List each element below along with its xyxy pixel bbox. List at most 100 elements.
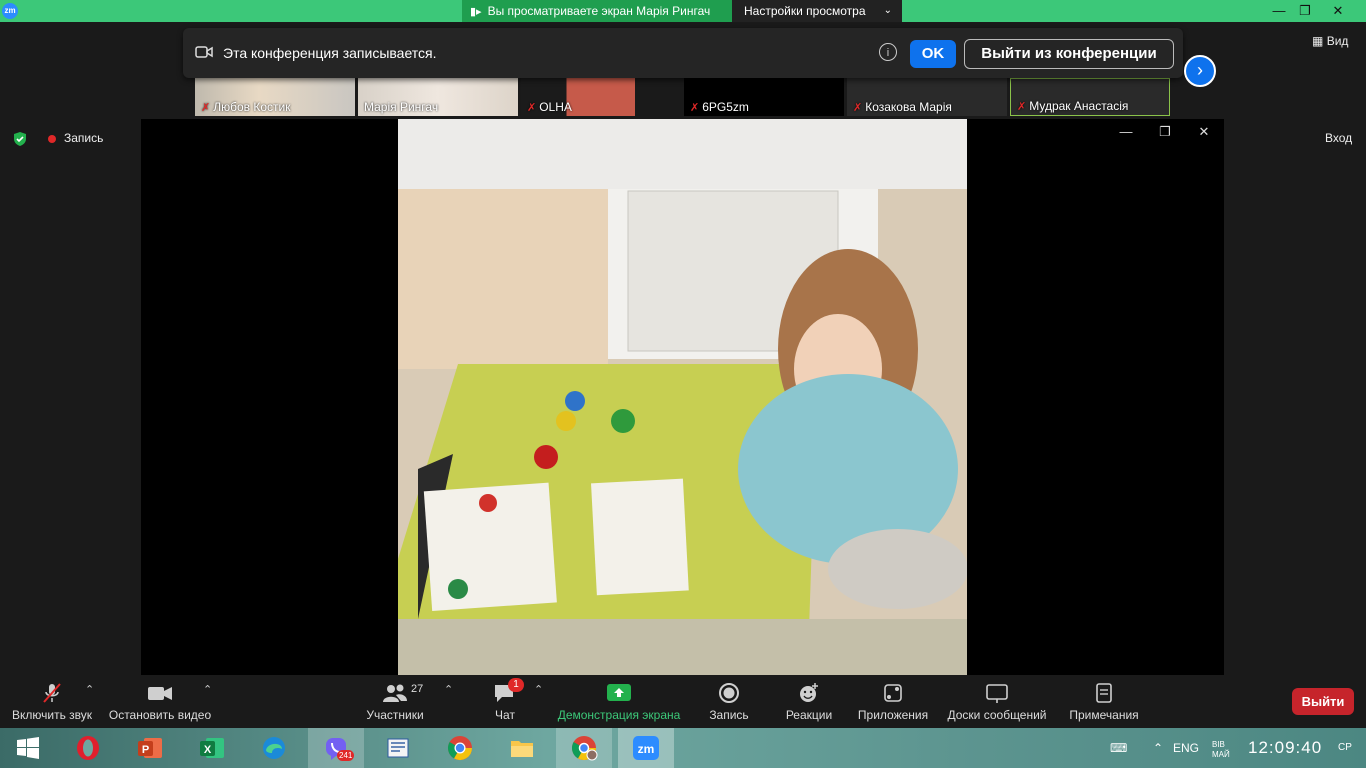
participant-tile[interactable]: ✗ Козакова Марія [847, 78, 1007, 116]
participant-tile-active-speaker[interactable]: ✗ Мудрак Анастасія [1010, 78, 1170, 116]
chat-unread-badge: 1 [508, 678, 524, 692]
date-indicator[interactable]: ВІВ МАЙ [1212, 740, 1230, 760]
show-hidden-icons-icon[interactable]: ⌃ [1153, 728, 1163, 768]
chevron-down-icon: ⌄ [883, 5, 892, 16]
minimize-share-icon[interactable]: — [1115, 124, 1137, 139]
recording-notice: Эта конференция записывается. i OK Выйти… [183, 28, 1183, 78]
share-screen-label: Демонстрация экрана [557, 708, 681, 722]
record-label: Запись [709, 708, 749, 722]
language-indicator[interactable]: ENG [1173, 728, 1199, 768]
info-icon[interactable]: i [879, 43, 897, 61]
svg-text:zm: zm [638, 742, 655, 756]
participant-tile[interactable]: Марія Рингач [358, 78, 518, 116]
ok-button[interactable]: OK [910, 40, 956, 68]
svg-text:P: P [142, 744, 149, 756]
taskbar-opera[interactable] [60, 728, 116, 768]
mic-muted-icon: ✗ [527, 102, 537, 114]
participants-count: 27 [411, 683, 424, 695]
shared-screen-photo [398, 119, 967, 675]
participant-tile[interactable]: ✗ Любов Костик [195, 78, 355, 116]
unmute-label: Включить звук [11, 708, 93, 722]
taskbar-powerpoint[interactable]: P [122, 728, 178, 768]
view-settings-dropdown[interactable]: Настройки просмотра ⌄ [732, 0, 902, 22]
video-camera-icon [195, 46, 213, 58]
participant-name: Мудрак Анастасія [1029, 99, 1129, 113]
participant-tile[interactable]: ✗ 6PG5zm [684, 78, 844, 116]
chat-label: Чат [495, 708, 515, 722]
windows-logo-icon [17, 737, 39, 759]
taskbar-viber[interactable] [308, 728, 364, 768]
taskbar-clock[interactable]: 12:09:40 [1248, 738, 1322, 758]
leave-button[interactable]: Выйти [1292, 688, 1354, 715]
chrome-icon [447, 736, 472, 761]
security-shield-icon[interactable] [12, 131, 28, 147]
restore-share-icon[interactable]: ❐ [1154, 124, 1176, 140]
document-reader-icon [387, 738, 409, 758]
smiley-face-icon [800, 683, 818, 702]
notes-icon [1096, 683, 1112, 703]
touch-keyboard-icon[interactable]: ⌨ [1110, 728, 1140, 768]
participant-name: 6PG5zm [702, 100, 749, 114]
recording-dot-icon [48, 135, 56, 143]
reactions-label: Реакции [785, 708, 833, 722]
participants-options-caret-icon[interactable]: ⌃ [444, 683, 453, 696]
viber-unread-badge: 241 [337, 750, 355, 761]
grid-icon: ▦ [1312, 34, 1324, 48]
folder-icon [511, 741, 533, 757]
notes-button[interactable]: Примечания [1066, 675, 1142, 728]
whiteboard-icon [986, 684, 1008, 703]
participant-tile[interactable]: ✗ OLHA [521, 78, 635, 116]
audio-options-caret-icon[interactable]: ⌃ [85, 683, 94, 696]
taskbar-reader[interactable] [370, 728, 426, 768]
next-page-arrow-icon[interactable]: › [1184, 55, 1216, 87]
participants-icon [383, 684, 407, 702]
share-screen-button[interactable]: Демонстрация экрана [556, 675, 682, 728]
taskbar-file-explorer[interactable] [494, 728, 550, 768]
stop-video-label: Остановить видео [108, 708, 212, 722]
apps-icon [884, 684, 902, 702]
taskbar-chrome-profile[interactable] [556, 728, 612, 768]
whiteboards-button[interactable]: Доски сообщений [944, 675, 1050, 728]
video-options-caret-icon[interactable]: ⌃ [203, 683, 212, 696]
view-label: Вид [1326, 34, 1349, 48]
whiteboards-label: Доски сообщений [947, 708, 1047, 722]
mic-muted-icon: ✗ [690, 102, 700, 114]
chat-options-caret-icon[interactable]: ⌃ [534, 683, 543, 696]
stop-video-button[interactable]: Остановить видео [108, 675, 212, 728]
recording-indicator[interactable]: Запись [64, 131, 103, 145]
reactions-button[interactable]: Реакции [782, 675, 836, 728]
mic-muted-icon: ✗ [201, 102, 211, 114]
taskbar-edge[interactable] [246, 728, 302, 768]
recording-notice-text: Эта конференция записывается. [223, 45, 437, 61]
minimize-icon[interactable]: — [1266, 0, 1292, 22]
mic-muted-icon: ✗ [1017, 101, 1027, 113]
taskbar-zoom[interactable]: zm [618, 728, 674, 768]
close-share-icon[interactable]: ✕ [1193, 124, 1215, 140]
shared-screen-image [398, 119, 967, 675]
view-settings-label: Настройки просмотра [744, 4, 866, 18]
participant-name: Марія Рингач [364, 100, 439, 114]
powerpoint-icon: P [138, 738, 162, 758]
apps-label: Приложения [857, 708, 929, 722]
screen-share-banner: ▮▸ Вы просматриваете экран Марія Рингач [462, 0, 732, 22]
view-button[interactable]: ▦ Вид [1312, 34, 1348, 48]
video-camera-icon [148, 687, 172, 700]
zoom-app-icon: zm [633, 736, 659, 760]
leave-meeting-button[interactable]: Выйти из конференции [964, 39, 1174, 69]
weekday-indicator: СР [1338, 742, 1352, 753]
start-button[interactable] [0, 728, 56, 768]
mic-muted-icon: ✗ [853, 102, 863, 114]
participant-name: OLHA [539, 100, 572, 114]
participant-name: Козакова Марія [865, 100, 952, 114]
close-icon[interactable]: ✕ [1325, 0, 1351, 22]
record-button[interactable]: Запись [704, 675, 754, 728]
edge-icon [263, 737, 285, 759]
enter-button[interactable]: Вход [1325, 131, 1352, 145]
share-banner-text: Вы просматриваете экран Марія Рингач [487, 4, 711, 18]
opera-icon [77, 736, 99, 760]
taskbar-excel[interactable]: X [184, 728, 240, 768]
restore-icon[interactable]: ❐ [1292, 0, 1318, 22]
taskbar-chrome[interactable] [432, 728, 488, 768]
svg-text:X: X [204, 744, 212, 756]
apps-button[interactable]: Приложения [852, 675, 934, 728]
